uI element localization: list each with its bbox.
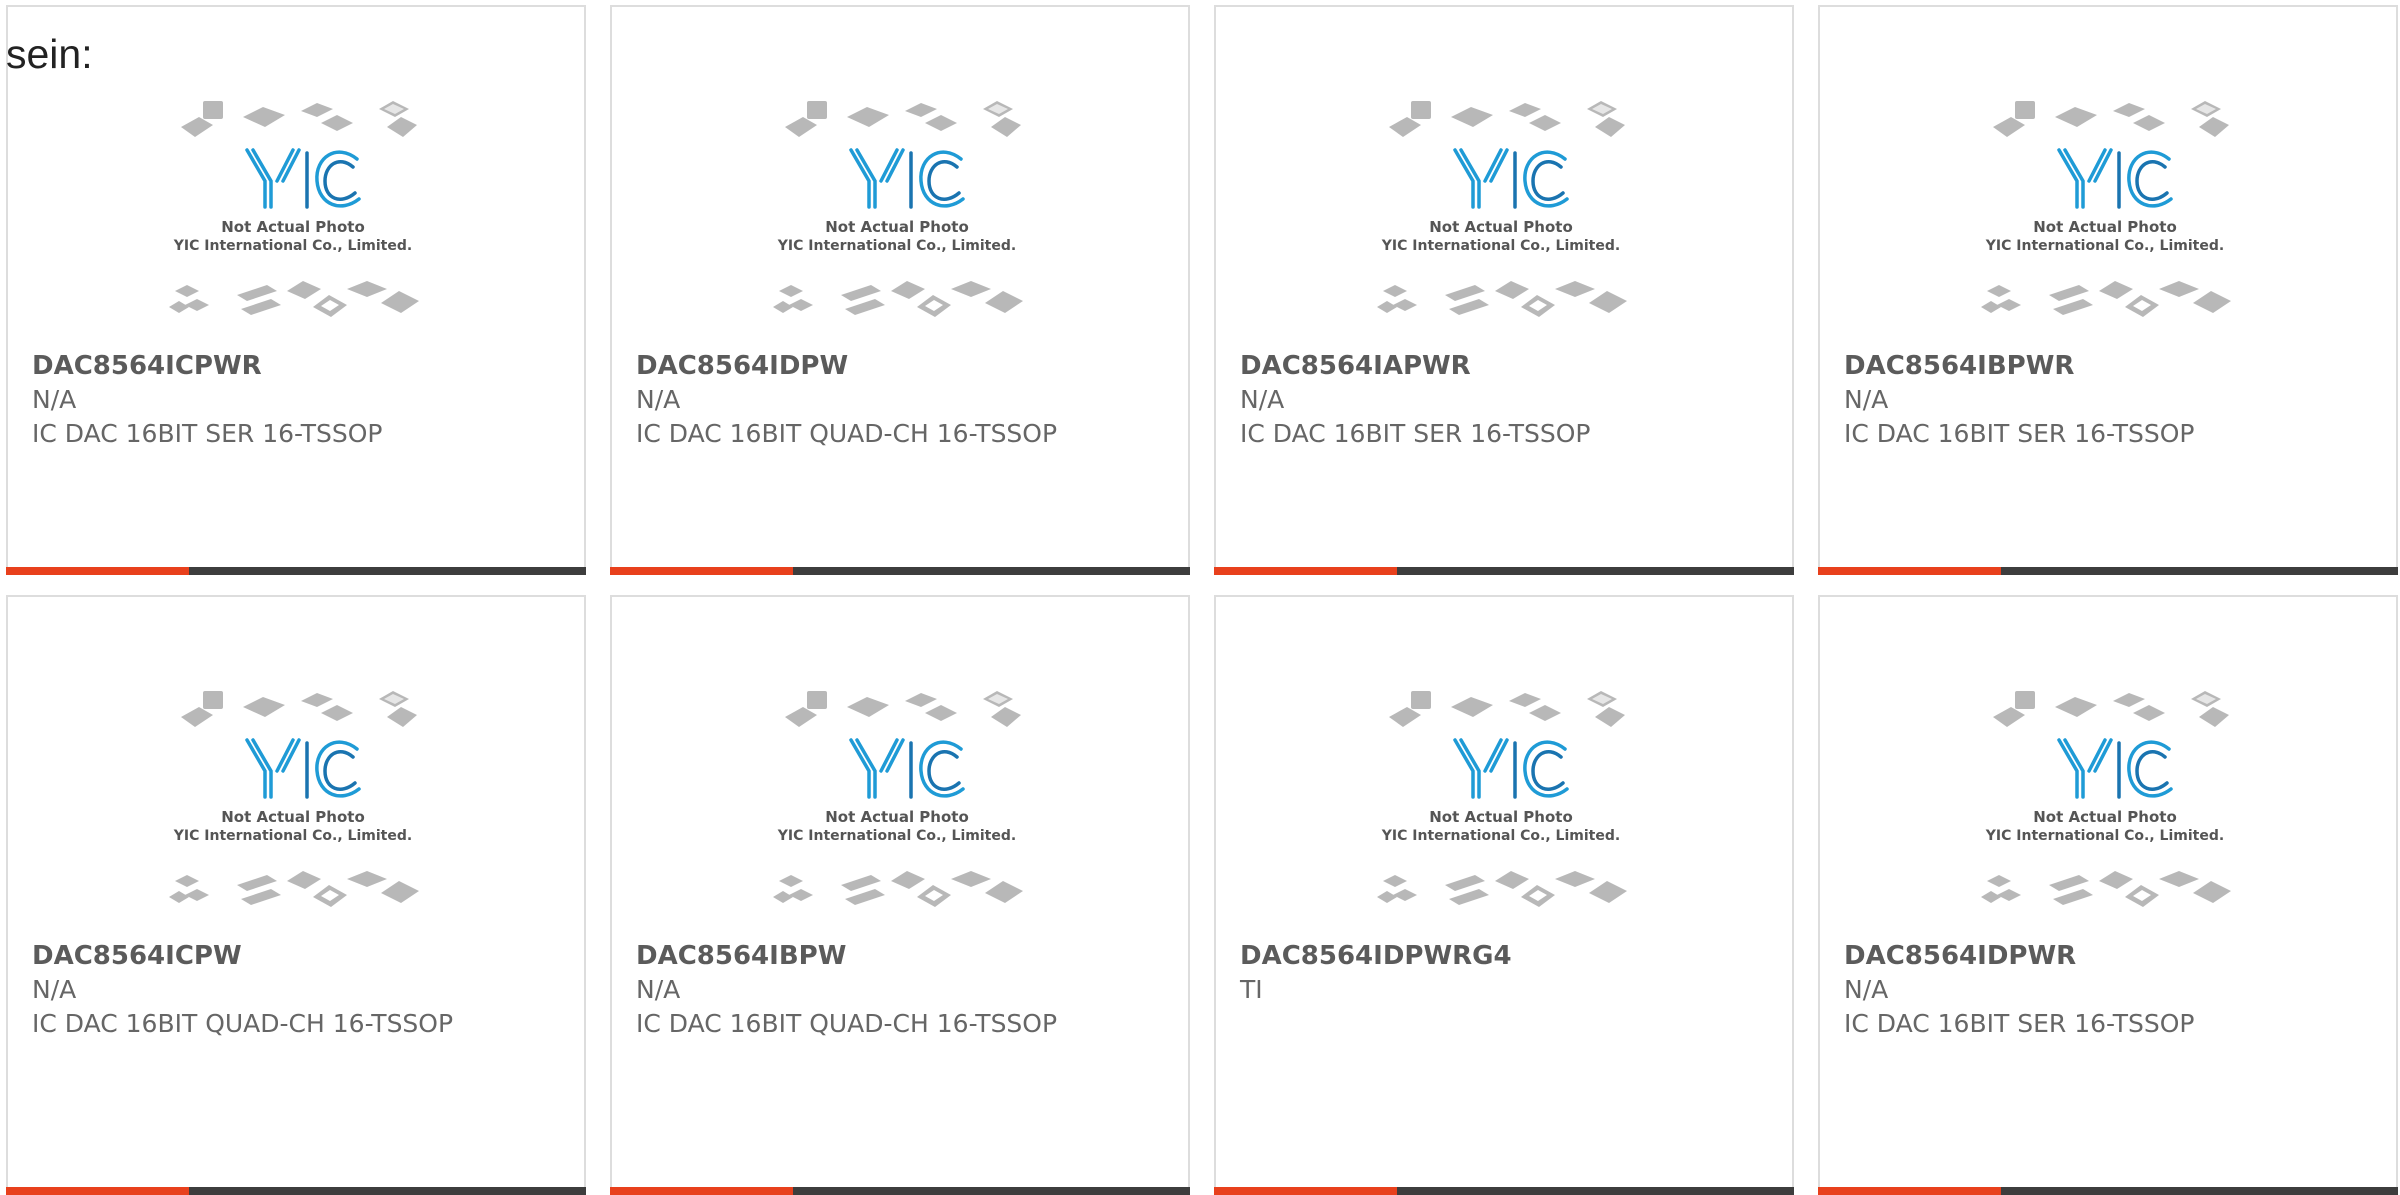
card-bottom-bar bbox=[1214, 1187, 1794, 1195]
product-card[interactable]: Not Actual Photo YIC International Co., … bbox=[610, 5, 1190, 575]
card-accent-bar bbox=[610, 1187, 793, 1195]
product-image[interactable]: Not Actual Photo YIC International Co., … bbox=[1973, 685, 2238, 925]
manufacturer: N/A bbox=[1240, 385, 1285, 414]
product-info: DAC8564IAPWR N/A IC DAC 16BIT SER 16-TSS… bbox=[1240, 349, 1680, 451]
part-number-link[interactable]: DAC8564IDPW bbox=[636, 349, 1076, 383]
product-description: IC DAC 16BIT SER 16-TSSOP bbox=[32, 419, 383, 448]
manufacturer: N/A bbox=[32, 385, 77, 414]
part-number-link[interactable]: DAC8564IBPWR bbox=[1844, 349, 2284, 383]
part-number-link[interactable]: DAC8564IDPWR bbox=[1844, 939, 2284, 973]
product-card[interactable]: Not Actual Photo YIC International Co., … bbox=[1214, 595, 1794, 1195]
product-card[interactable]: Not Actual Photo YIC International Co., … bbox=[610, 595, 1190, 1195]
chip-placeholder-icon: Not Actual Photo YIC International Co., … bbox=[773, 691, 1023, 907]
product-description: IC DAC 16BIT SER 16-TSSOP bbox=[1844, 1009, 2195, 1038]
svg-text:YIC International Co., Limited: YIC International Co., Limited. bbox=[173, 238, 412, 254]
product-image[interactable]: Not Actual Photo YIC International Co., … bbox=[1369, 685, 1634, 925]
svg-text:Not Actual Photo: Not Actual Photo bbox=[221, 218, 365, 236]
product-image[interactable]: Not Actual Photo YIC International Co., … bbox=[765, 95, 1030, 335]
manufacturer: N/A bbox=[32, 975, 77, 1004]
part-number-link[interactable]: DAC8564IBPW bbox=[636, 939, 1076, 973]
product-card[interactable]: Not Actual Photo YIC International Co., … bbox=[6, 595, 586, 1195]
chip-placeholder-icon: Not Actual Photo YIC International Co., … bbox=[1981, 691, 2231, 907]
product-card[interactable]: Not Actual Photo YIC International Co., … bbox=[1818, 5, 2398, 575]
card-bottom-bar bbox=[1818, 1187, 2398, 1195]
product-grid: Not Actual Photo YIC International Co., … bbox=[6, 5, 2400, 1195]
chip-placeholder-icon: Not Actual Photo YIC International Co., … bbox=[169, 101, 419, 317]
manufacturer: N/A bbox=[636, 385, 681, 414]
part-number-link[interactable]: DAC8564IAPWR bbox=[1240, 349, 1680, 383]
card-accent-bar bbox=[6, 1187, 189, 1195]
manufacturer: N/A bbox=[1844, 385, 1889, 414]
svg-text:YIC International Co., Limited: YIC International Co., Limited. bbox=[777, 238, 1016, 254]
product-description: IC DAC 16BIT QUAD-CH 16-TSSOP bbox=[636, 419, 1058, 448]
product-card[interactable]: Not Actual Photo YIC International Co., … bbox=[6, 5, 586, 575]
product-image[interactable]: Not Actual Photo YIC International Co., … bbox=[1973, 95, 2238, 335]
product-image[interactable]: Not Actual Photo YIC International Co., … bbox=[1369, 95, 1634, 335]
svg-text:Not Actual Photo: Not Actual Photo bbox=[1429, 808, 1573, 826]
product-info: DAC8564ICPW N/A IC DAC 16BIT QUAD-CH 16-… bbox=[32, 939, 472, 1041]
product-info: DAC8564IDPWRG4 TI bbox=[1240, 939, 1680, 1007]
svg-text:Not Actual Photo: Not Actual Photo bbox=[2033, 808, 2177, 826]
chip-placeholder-icon: Not Actual Photo YIC International Co., … bbox=[1981, 101, 2231, 317]
product-info: DAC8564IBPWR N/A IC DAC 16BIT SER 16-TSS… bbox=[1844, 349, 2284, 451]
product-card[interactable]: Not Actual Photo YIC International Co., … bbox=[1818, 595, 2398, 1195]
chip-placeholder-icon: Not Actual Photo YIC International Co., … bbox=[1377, 691, 1627, 907]
svg-text:Not Actual Photo: Not Actual Photo bbox=[1429, 218, 1573, 236]
svg-text:YIC International Co., Limited: YIC International Co., Limited. bbox=[1985, 238, 2224, 254]
card-bottom-bar bbox=[6, 1187, 586, 1195]
card-accent-bar bbox=[1818, 567, 2001, 575]
product-description: IC DAC 16BIT SER 16-TSSOP bbox=[1240, 419, 1591, 448]
product-description: IC DAC 16BIT QUAD-CH 16-TSSOP bbox=[32, 1009, 454, 1038]
product-image[interactable]: Not Actual Photo YIC International Co., … bbox=[161, 685, 426, 925]
product-info: DAC8564ICPWR N/A IC DAC 16BIT SER 16-TSS… bbox=[32, 349, 472, 451]
product-info: DAC8564IDPWR N/A IC DAC 16BIT SER 16-TSS… bbox=[1844, 939, 2284, 1041]
svg-text:Not Actual Photo: Not Actual Photo bbox=[825, 218, 969, 236]
manufacturer: N/A bbox=[636, 975, 681, 1004]
svg-text:Not Actual Photo: Not Actual Photo bbox=[825, 808, 969, 826]
card-bottom-bar bbox=[610, 567, 1190, 575]
svg-text:YIC International Co., Limited: YIC International Co., Limited. bbox=[1381, 828, 1620, 844]
card-bottom-bar bbox=[1214, 567, 1794, 575]
product-image[interactable]: Not Actual Photo YIC International Co., … bbox=[765, 685, 1030, 925]
svg-text:Not Actual Photo: Not Actual Photo bbox=[2033, 218, 2177, 236]
part-number-link[interactable]: DAC8564ICPW bbox=[32, 939, 472, 973]
product-description: IC DAC 16BIT QUAD-CH 16-TSSOP bbox=[636, 1009, 1058, 1038]
product-info: DAC8564IBPW N/A IC DAC 16BIT QUAD-CH 16-… bbox=[636, 939, 1076, 1041]
card-accent-bar bbox=[610, 567, 793, 575]
page-heading: sein: bbox=[6, 31, 93, 77]
card-accent-bar bbox=[1818, 1187, 2001, 1195]
manufacturer: TI bbox=[1240, 975, 1263, 1004]
product-image[interactable]: Not Actual Photo YIC International Co., … bbox=[161, 95, 426, 335]
part-number-link[interactable]: DAC8564IDPWRG4 bbox=[1240, 939, 1680, 973]
svg-text:Not Actual Photo: Not Actual Photo bbox=[221, 808, 365, 826]
chip-placeholder-icon: Not Actual Photo YIC International Co., … bbox=[169, 691, 419, 907]
card-accent-bar bbox=[6, 567, 189, 575]
chip-placeholder-icon: Not Actual Photo YIC International Co., … bbox=[1377, 101, 1627, 317]
card-bottom-bar bbox=[6, 567, 586, 575]
svg-text:YIC International Co., Limited: YIC International Co., Limited. bbox=[1381, 238, 1620, 254]
product-description: IC DAC 16BIT SER 16-TSSOP bbox=[1844, 419, 2195, 448]
svg-text:YIC International Co., Limited: YIC International Co., Limited. bbox=[173, 828, 412, 844]
card-bottom-bar bbox=[610, 1187, 1190, 1195]
card-accent-bar bbox=[1214, 567, 1397, 575]
part-number-link[interactable]: DAC8564ICPWR bbox=[32, 349, 472, 383]
product-info: DAC8564IDPW N/A IC DAC 16BIT QUAD-CH 16-… bbox=[636, 349, 1076, 451]
card-accent-bar bbox=[1214, 1187, 1397, 1195]
manufacturer: N/A bbox=[1844, 975, 1889, 1004]
chip-placeholder-icon: Not Actual Photo YIC International Co., … bbox=[773, 101, 1023, 317]
card-bottom-bar bbox=[1818, 567, 2398, 575]
svg-text:YIC International Co., Limited: YIC International Co., Limited. bbox=[777, 828, 1016, 844]
product-card[interactable]: Not Actual Photo YIC International Co., … bbox=[1214, 5, 1794, 575]
svg-text:YIC International Co., Limited: YIC International Co., Limited. bbox=[1985, 828, 2224, 844]
